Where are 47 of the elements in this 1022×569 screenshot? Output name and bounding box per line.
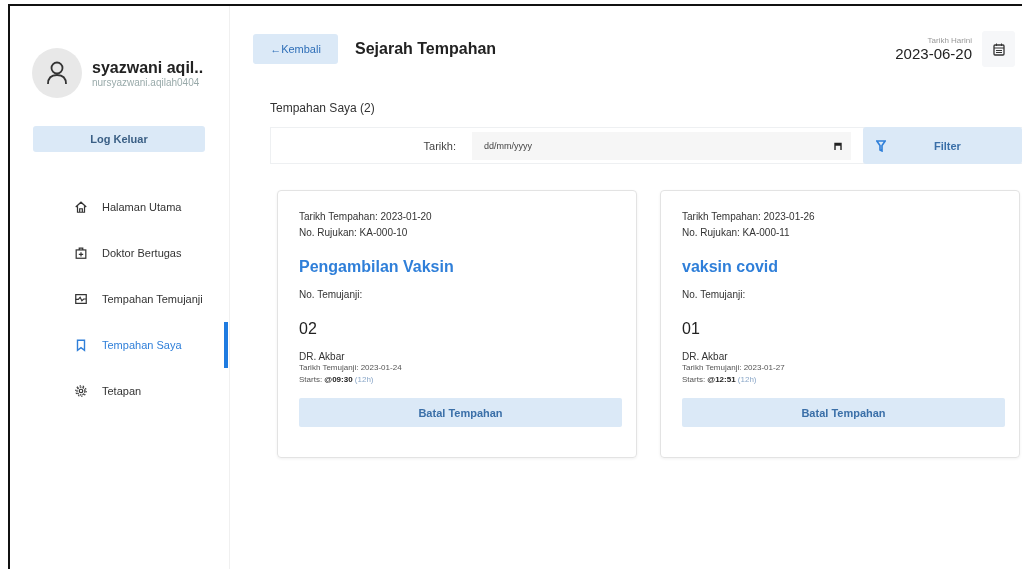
active-indicator: [224, 322, 228, 368]
start-time: Starts: @09:30: [299, 375, 353, 384]
filter-button[interactable]: Filter: [863, 127, 1022, 164]
nav-item[interactable]: Tempahan Saya: [74, 336, 182, 354]
home-icon: [74, 200, 88, 214]
booking-date: Tarikh Tempahan: 2023-01-26: [682, 210, 816, 224]
calendar-icon[interactable]: [834, 141, 842, 151]
chart-card-icon: [74, 292, 88, 306]
appointment-date: Tarikh Temujanji: 2023-01-27: [682, 362, 786, 374]
medical-kit-icon: [74, 246, 88, 260]
booking-date: Tarikh Tempahan: 2023-01-20: [299, 210, 433, 224]
appointment-date: Tarikh Temujanji: 2023-01-24: [299, 362, 403, 374]
today-date: 2023-06-20: [895, 45, 972, 62]
bookmark-icon: [74, 338, 88, 352]
date-label: Tarikh:: [422, 139, 456, 152]
filter-icon: [876, 139, 886, 152]
date-field[interactable]: dd/mm/yyyy: [472, 131, 851, 160]
settings-icon: [74, 384, 88, 398]
time-format: (12h): [354, 375, 374, 384]
appointment-number-label: No. Temujanji:: [299, 289, 364, 300]
appointment-number: 01: [682, 320, 701, 338]
nav-item[interactable]: Tetapan: [74, 382, 142, 400]
nav-item[interactable]: Doktor Bertugas: [74, 244, 182, 262]
start-time: Starts: @12:51: [682, 375, 736, 384]
cancel-button[interactable]: Batal Tempahan: [682, 398, 1005, 427]
user-email: nursyazwani.aqilah0404: [92, 76, 201, 88]
calendar-icon: [992, 42, 1005, 56]
service-name: vaksin covid: [682, 258, 780, 276]
appointment-number: 02: [299, 320, 318, 338]
cancel-button[interactable]: Batal Tempahan: [299, 398, 622, 427]
reference-number: No. Rujukan: KA-000-10: [299, 226, 409, 240]
back-button[interactable]: ←Kembali: [253, 34, 338, 64]
reference-number: No. Rujukan: KA-000-11: [682, 226, 791, 240]
user-name: syazwani aqil..: [92, 58, 204, 77]
nav-item[interactable]: Halaman Utama: [74, 198, 182, 216]
user-icon: [46, 61, 68, 85]
service-name: Pengambilan Vaksin: [299, 258, 455, 276]
appointment-number-label: No. Temujanji:: [682, 289, 747, 300]
today-label: Tarikh Harini: [927, 36, 972, 45]
doctor-name: DR. Akbar: [299, 351, 346, 362]
calendar-button[interactable]: [982, 31, 1015, 67]
time-format: (12h): [737, 375, 757, 384]
logout-button[interactable]: Log Keluar: [33, 126, 205, 152]
doctor-name: DR. Akbar: [682, 351, 729, 362]
nav-item[interactable]: Tempahan Temujanji: [74, 290, 203, 308]
section-title: Tempahan Saya (2): [270, 101, 376, 115]
page-title: Sejarah Tempahan: [355, 40, 497, 58]
